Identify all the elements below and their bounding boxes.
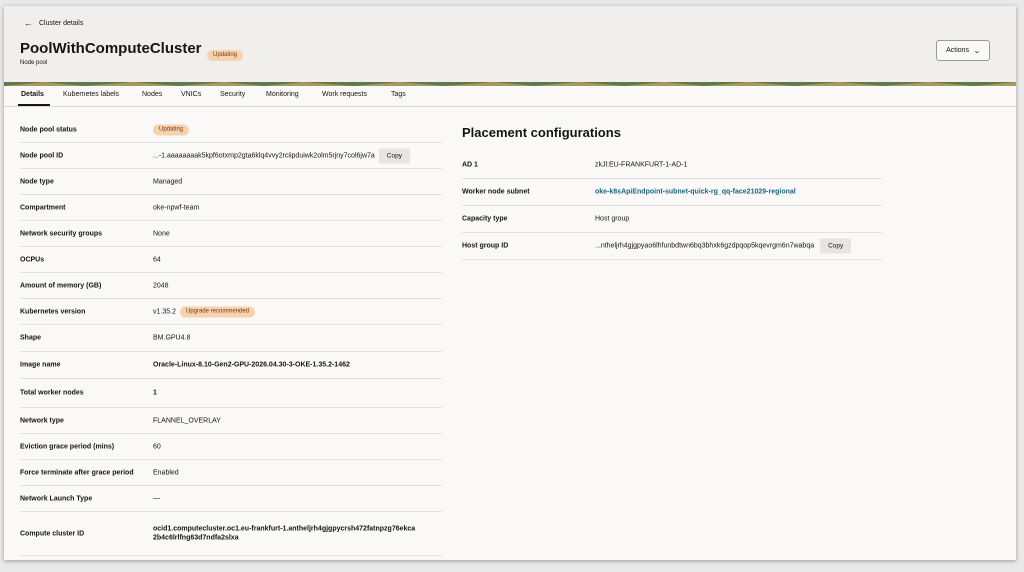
detail-label: Compartment <box>20 204 66 211</box>
detail-label: Amount of memory (GB) <box>20 282 102 289</box>
placement-title: Placement configurations <box>462 125 621 140</box>
tab-nodes[interactable]: Nodes <box>142 91 162 98</box>
tab-bar: Details Kubernetes labels Nodes VNICs Se… <box>4 86 1016 107</box>
node-pool-id-value: ...-1.aaaaaaaak5kpf6otxmp2gta6klq4vvy2rc… <box>153 152 375 159</box>
placement-label: Worker node subnet <box>462 188 530 196</box>
detail-label: Network security groups <box>20 230 103 237</box>
placement-configurations-section: Placement configurations AD 1 zkJl:EU-FR… <box>462 125 882 260</box>
placement-value: zkJl:EU-FRANKFURT-1-AD-1 <box>595 161 688 169</box>
detail-label: OCPUs <box>20 256 45 263</box>
detail-value: None <box>153 230 170 237</box>
detail-row-image-name: Image name Oracle-Linux-8.10-Gen2-GPU-20… <box>20 352 442 379</box>
detail-row-network-launch-type: Network Launch Type — <box>20 486 442 512</box>
detail-label: Network Launch Type <box>20 495 93 502</box>
tab-details[interactable]: Details <box>21 91 44 98</box>
tab-kubernetes-labels[interactable]: Kubernetes labels <box>63 91 119 98</box>
placement-row-ad: AD 1 zkJl:EU-FRANKFURT-1-AD-1 <box>462 152 882 179</box>
actions-button[interactable]: Actions ⌄ <box>936 40 990 61</box>
detail-row-compartment: Compartment oke-npwf-team <box>20 195 442 221</box>
page-header: ← Cluster details PoolWithComputeCluster… <box>4 6 1016 82</box>
placement-label: Capacity type <box>462 215 508 223</box>
status-badge: Updating <box>207 50 244 61</box>
tab-work-requests[interactable]: Work requests <box>322 91 367 98</box>
detail-row-memory: Amount of memory (GB) 2048 <box>20 273 442 299</box>
detail-row-node-pool-id: Node pool ID ...-1.aaaaaaaak5kpf6otxmp2g… <box>20 143 442 169</box>
detail-value: oke-npwf-team <box>153 204 200 211</box>
detail-value: BM.GPU4.8 <box>153 334 191 342</box>
copy-node-pool-id-button[interactable]: Copy <box>378 148 410 163</box>
detail-value: 64 <box>153 256 161 263</box>
placement-row-host-group-id: Host group ID ...ntheljrh4gjgpyao6lhfunb… <box>462 233 882 260</box>
detail-value: Enabled <box>153 469 179 476</box>
upgrade-recommended-badge: Upgrade recommended <box>179 306 256 317</box>
oci-console-window: ← Cluster details PoolWithComputeCluster… <box>4 6 1016 560</box>
node-pool-details-list: Node pool status Updating Node pool ID .… <box>20 117 442 556</box>
detail-row-node-pool-status: Node pool status Updating <box>20 117 442 143</box>
detail-value: FLANNEL_OVERLAY <box>153 417 221 424</box>
chevron-down-icon: ⌄ <box>973 47 981 55</box>
detail-row-total-worker-nodes: Total worker nodes 1 <box>20 379 442 408</box>
detail-label: Node type <box>20 178 54 185</box>
image-name-link[interactable]: Oracle-Linux-8.10-Gen2-GPU-2026.04.30-3-… <box>153 362 350 369</box>
back-link-label: Cluster details <box>39 20 84 27</box>
detail-label: Network type <box>20 417 64 424</box>
detail-label: Force terminate after grace period <box>20 469 134 476</box>
tab-monitoring[interactable]: Monitoring <box>266 91 299 98</box>
tab-tags[interactable]: Tags <box>391 91 406 98</box>
detail-row-node-type: Node type Managed <box>20 169 442 195</box>
copy-host-group-id-button[interactable]: Copy <box>820 238 852 254</box>
detail-row-compute-cluster-id: Compute cluster ID ocid1.computecluster.… <box>20 512 442 556</box>
detail-row-network-type: Network type FLANNEL_OVERLAY <box>20 408 442 434</box>
host-group-id-value: ...ntheljrh4gjgpyao6lhfunbdtwn6bq3bhxk6g… <box>595 242 815 250</box>
detail-row-shape: Shape BM.GPU4.8 <box>20 325 442 352</box>
back-to-cluster-link[interactable]: ← Cluster details <box>24 18 84 28</box>
detail-value: 60 <box>153 443 161 450</box>
detail-row-force-terminate: Force terminate after grace period Enabl… <box>20 460 442 486</box>
detail-label: Shape <box>20 334 42 342</box>
detail-label: Kubernetes version <box>20 308 86 315</box>
detail-row-eviction-grace-period: Eviction grace period (mins) 60 <box>20 434 442 460</box>
placement-label: AD 1 <box>462 161 478 169</box>
detail-value: — <box>153 495 160 502</box>
status-badge: Updating <box>153 124 190 135</box>
compute-cluster-id-link[interactable]: ocid1.computecluster.oc1.eu-frankfurt-1.… <box>153 524 418 543</box>
detail-label: Compute cluster ID <box>20 530 85 537</box>
placement-value: Host group <box>595 215 630 223</box>
detail-label: Node pool status <box>20 126 77 133</box>
detail-label: Total worker nodes <box>20 389 84 397</box>
arrow-left-icon: ← <box>24 18 33 28</box>
actions-label: Actions <box>946 47 970 54</box>
detail-row-ocpus: OCPUs 64 <box>20 247 442 273</box>
detail-label: Node pool ID <box>20 152 64 159</box>
placement-row-capacity-type: Capacity type Host group <box>462 206 882 233</box>
detail-value: Managed <box>153 178 183 185</box>
detail-row-kubernetes-version: Kubernetes version v1.35.2 Upgrade recom… <box>20 299 442 325</box>
page-title: PoolWithComputeCluster <box>20 40 202 57</box>
tab-vnics[interactable]: VNICs <box>181 91 201 98</box>
detail-label: Image name <box>20 361 61 369</box>
active-tab-indicator <box>18 104 50 106</box>
tab-security[interactable]: Security <box>220 91 245 98</box>
page-subtitle: Node pool <box>20 60 48 66</box>
detail-row-network-security-groups: Network security groups None <box>20 221 442 247</box>
placement-row-worker-node-subnet: Worker node subnet oke-k8sApiEndpoint-su… <box>462 179 882 206</box>
detail-label: Eviction grace period (mins) <box>20 443 115 450</box>
details-content: Node pool status Updating Node pool ID .… <box>4 107 1016 557</box>
worker-node-subnet-link[interactable]: oke-k8sApiEndpoint-subnet-quick-rg_qq-fa… <box>595 189 796 196</box>
detail-value: 2048 <box>153 282 169 289</box>
placement-label: Host group ID <box>462 242 509 250</box>
total-worker-nodes-link[interactable]: 1 <box>153 390 157 397</box>
kubernetes-version-value: v1.35.2 <box>153 308 176 315</box>
